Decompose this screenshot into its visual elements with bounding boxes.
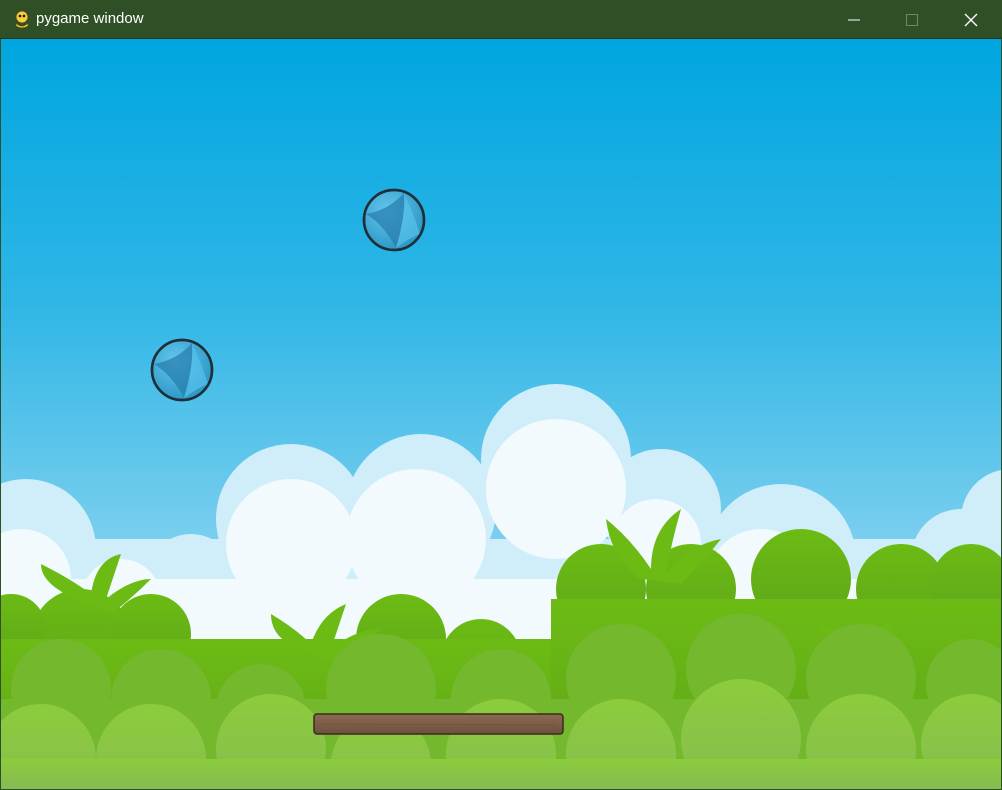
game-canvas[interactable] [1,39,1001,789]
game-scene [1,39,1001,789]
ball-2 [150,338,214,402]
maximize-icon [906,13,918,26]
pygame-window: pygame window [0,0,1002,790]
ball-1 [362,188,426,252]
close-icon [964,13,978,26]
pygame-snake-icon [15,10,29,29]
title-bar[interactable]: pygame window [0,0,1002,39]
window-title: pygame window [36,10,144,27]
minimize-icon [848,19,860,20]
maximize-button[interactable] [883,0,941,39]
paddle [313,713,564,735]
minimize-button[interactable] [825,0,883,39]
close-button[interactable] [942,0,1000,39]
